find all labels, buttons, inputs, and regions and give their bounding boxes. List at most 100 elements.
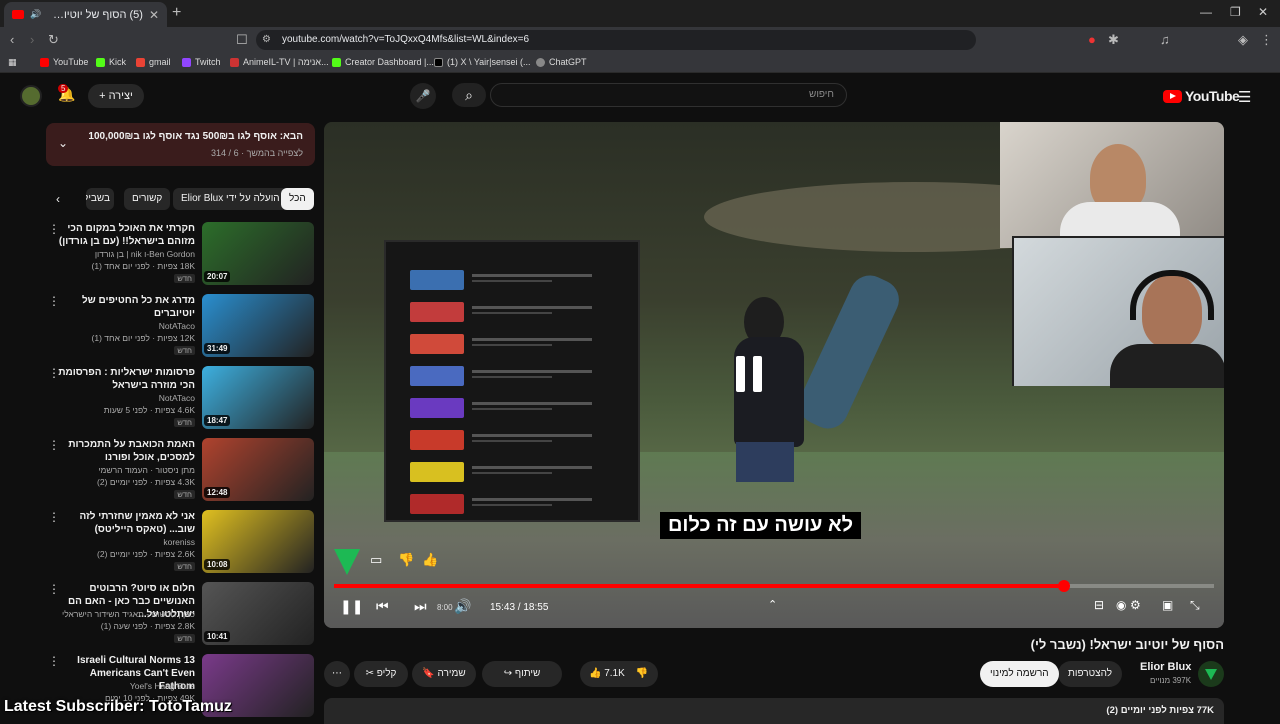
- chip-foryou[interactable]: בשביל: [86, 188, 114, 210]
- list-item[interactable]: 18:47 פרסומות ישראליות : הפרסומת הכי מוזר…: [46, 366, 315, 432]
- video-title[interactable]: האמת הכואבת על התמכרות למסכים, אוכל ופור…: [55, 438, 195, 464]
- comment-icon[interactable]: ▭: [370, 552, 382, 568]
- list-item[interactable]: 20:07 חקרתי את האוכל במקום הכי מזוהם בישר…: [46, 222, 315, 288]
- bookmark-label: Creator Dashboard |...: [345, 57, 434, 67]
- duration-badge: 20:07: [204, 271, 231, 282]
- bookmark-chatgpt[interactable]: ChatGPT: [536, 57, 587, 67]
- progress-bar[interactable]: [334, 580, 1214, 592]
- bookmark-icon[interactable]: ☐: [236, 32, 248, 48]
- more-actions-icon[interactable]: ⋯: [324, 661, 350, 687]
- duration-badge: 18:47: [204, 415, 231, 426]
- channel-name[interactable]: koreniss: [163, 537, 195, 547]
- create-button[interactable]: + יצירה: [88, 84, 144, 108]
- bookmark-twitch[interactable]: Twitch: [182, 57, 221, 67]
- video-title[interactable]: אני לא מאמין שחזרתי לזה שוב... (טאקס היי…: [55, 510, 195, 536]
- search-icon[interactable]: ⌕: [452, 83, 486, 107]
- list-item[interactable]: 12:48 האמת הכואבת על התמכרות למסכים, אוכל…: [46, 438, 315, 504]
- channel-name[interactable]: Ben Gordon-ו nik | בן גורדון: [95, 249, 195, 259]
- channel-name[interactable]: Elior Blux: [1140, 661, 1191, 673]
- minimize-icon[interactable]: —: [1200, 5, 1212, 19]
- channel-avatar[interactable]: [1198, 661, 1224, 687]
- bookmark-animeil[interactable]: AnimeIL-TV | אנימה...: [230, 57, 329, 67]
- list-item[interactable]: 31:49 מדרג את כל החטיפים של יוטיוברים NotA…: [46, 294, 315, 360]
- bookmark-x[interactable]: (1) X \ Yair|sensei (...: [434, 57, 531, 67]
- like-icon[interactable]: 👍: [422, 552, 438, 568]
- fullscreen-icon[interactable]: ⤡: [1190, 598, 1200, 613]
- video-meta: 2.6K צפיות · לפני יומיים (2): [97, 549, 195, 559]
- chevron-left-icon[interactable]: ‹: [56, 192, 60, 206]
- more-options-icon[interactable]: ⋮: [48, 366, 60, 380]
- dislike-icon[interactable]: 👎: [636, 668, 648, 679]
- more-options-icon[interactable]: ⋮: [48, 222, 60, 236]
- join-button[interactable]: להצטרפות: [1058, 661, 1123, 687]
- menu-dots-icon[interactable]: ⋮: [1260, 32, 1273, 48]
- more-options-icon[interactable]: ⋮: [48, 654, 60, 668]
- back-icon[interactable]: ‹: [10, 32, 14, 47]
- new-tab-button[interactable]: +: [172, 4, 181, 22]
- next-icon[interactable]: ⏭: [414, 598, 427, 615]
- channel-name[interactable]: מתן ניסטור · העמוד הרשמי: [98, 465, 195, 475]
- bookmark-youtube[interactable]: YouTube: [40, 57, 88, 67]
- dislike-icon[interactable]: 👎: [398, 552, 414, 568]
- subtitles-icon[interactable]: ⊟: [1094, 598, 1104, 612]
- bookmark-kick[interactable]: Kick: [96, 57, 126, 67]
- pause-overlay-icon[interactable]: [736, 356, 766, 392]
- restore-icon[interactable]: ❐: [1230, 5, 1241, 19]
- list-item[interactable]: 10:08 אני לא מאמין שחזרתי לזה שוב... (טאק…: [46, 510, 315, 576]
- share-button[interactable]: שיתוף ↪: [482, 661, 562, 687]
- more-options-icon[interactable]: ⋮: [48, 294, 60, 308]
- media-icon[interactable]: ♫: [1160, 32, 1170, 47]
- autoplay-icon[interactable]: ◉: [1116, 598, 1126, 612]
- like-count[interactable]: 7.1K: [604, 668, 625, 679]
- volume-icon[interactable]: 🔊: [454, 598, 471, 615]
- microphone-icon[interactable]: 🎤: [410, 83, 436, 109]
- speaker-icon[interactable]: 🔊: [30, 9, 41, 20]
- channel-name[interactable]: NotATaco: [159, 393, 195, 403]
- forward-icon[interactable]: ›: [30, 32, 34, 47]
- play-pause-icon[interactable]: ❚❚: [340, 598, 363, 615]
- channel-name[interactable]: כאן | חדשות - תאגיד השידור הישראלי: [62, 609, 195, 619]
- chip-related[interactable]: קשורים: [124, 188, 171, 210]
- more-options-icon[interactable]: ⋮: [48, 582, 60, 596]
- list-item[interactable]: 10:41 חלום או סיוט? הרבוטים האנושיים כבר …: [46, 582, 315, 648]
- close-window-icon[interactable]: ✕: [1258, 5, 1268, 19]
- more-options-icon[interactable]: ⋮: [48, 510, 60, 524]
- apps-grid-icon[interactable]: ▦: [8, 57, 17, 68]
- reload-icon[interactable]: ↻: [48, 32, 59, 48]
- hamburger-menu-icon[interactable]: ☰: [1238, 88, 1251, 106]
- miniplayer-icon[interactable]: ▣: [1162, 598, 1173, 612]
- site-info-icon[interactable]: ⚙: [262, 34, 271, 45]
- extensions-puzzle-icon[interactable]: ✱: [1108, 32, 1119, 48]
- video-title[interactable]: מדרג את כל החטיפים של יוטיוברים: [55, 294, 195, 320]
- avatar[interactable]: [20, 85, 42, 107]
- video-title[interactable]: פרסומות ישראליות : הפרסומת הכי מוזרה ביש…: [55, 366, 195, 392]
- laptop-line: [472, 402, 592, 405]
- close-tab-icon[interactable]: ✕: [149, 8, 159, 22]
- chevron-up-icon[interactable]: ⌃: [768, 598, 777, 611]
- more-options-icon[interactable]: ⋮: [48, 438, 60, 452]
- chip-all[interactable]: הכל: [281, 188, 314, 210]
- chevron-down-icon[interactable]: ⌄: [58, 136, 68, 150]
- youtube-logo[interactable]: YouTube: [1163, 88, 1240, 104]
- settings-gear-icon[interactable]: ⚙: [1130, 598, 1141, 612]
- like-icon[interactable]: 👍: [589, 668, 601, 679]
- channel-name[interactable]: NotATaco: [159, 321, 195, 331]
- video-title[interactable]: חקרתי את האוכל במקום הכי מזוהם בישראל!! …: [55, 222, 195, 248]
- chip-uploaded-by[interactable]: הועלה על ידי Elior Blux: [173, 188, 288, 210]
- save-button[interactable]: שמירה 🔖: [412, 661, 476, 687]
- previous-icon[interactable]: ⏮: [376, 598, 389, 615]
- description-box[interactable]: 77K צפיות לפני יומיים (2): [324, 698, 1224, 724]
- clip-button[interactable]: קליפ ✂: [354, 661, 408, 687]
- browser-tab[interactable]: 🔊 (5) הסוף של יוטיוב ישראל! (נ... ✕: [4, 2, 167, 27]
- bookmark-creator-dashboard[interactable]: Creator Dashboard |...: [332, 57, 434, 67]
- playlist-panel[interactable]: הבא: אוסף לגו ב500₪ נגד אוסף לגו ב100,00…: [46, 123, 315, 166]
- video-player[interactable]: לא עושה עם זה כלום ▭ 👎 👍 ❚❚ ⏮ ⏭ 8:00 🔊 1…: [324, 122, 1224, 628]
- bookmark-gmail[interactable]: gmail: [136, 57, 171, 67]
- url-bar[interactable]: youtube.com/watch?v=ToJQxxQ4Mfs&list=WL&…: [256, 30, 976, 50]
- channel-name[interactable]: Yoel's Hang Outs: [130, 681, 195, 691]
- extension-icon[interactable]: ●: [1088, 32, 1096, 47]
- search-input[interactable]: חיפוש: [490, 83, 847, 107]
- shield-icon[interactable]: ◈: [1238, 32, 1248, 48]
- subscribe-button[interactable]: הרשמה למינוי: [980, 661, 1059, 687]
- youtube-favicon-icon: [12, 10, 24, 19]
